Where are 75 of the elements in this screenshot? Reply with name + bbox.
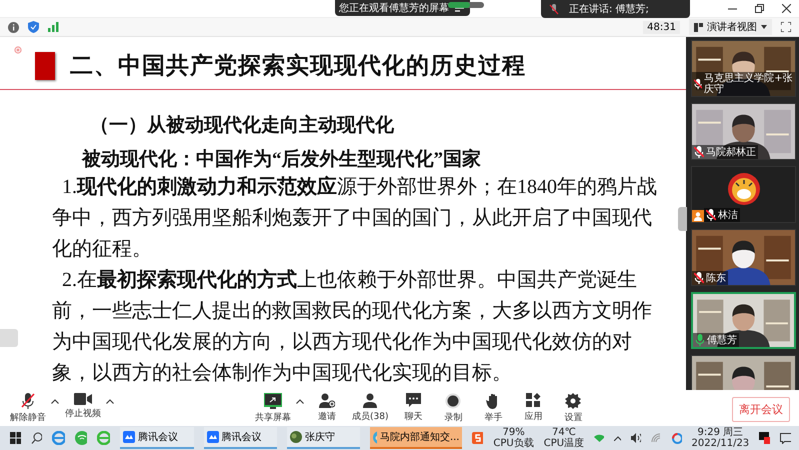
caret-icon[interactable] <box>106 398 114 404</box>
browser-icon[interactable] <box>52 431 65 445</box>
video-app-icon[interactable] <box>759 432 770 444</box>
meeting-control[interactable]: 邀请 <box>310 392 344 422</box>
slide-subheading: 被动现代化：中国作为“后发外生型现代化”国家 <box>82 148 482 172</box>
input-method-icon[interactable] <box>472 432 484 444</box>
clock-date: 2022/11/23 <box>692 438 750 450</box>
speaking-text: 正在讲话: 傅慧芳; <box>569 2 649 16</box>
record-dot-icon <box>14 46 22 54</box>
meeting-control[interactable]: 解除静音 <box>8 392 48 424</box>
clock-time: 9:29 周三 <box>698 426 744 438</box>
record-icon <box>445 392 462 408</box>
view-dropdown[interactable]: 演讲者视图 <box>689 19 772 35</box>
slide-title: 二、中国共产党探索实现现代化的历史过程 <box>70 52 526 81</box>
search-icon[interactable] <box>30 432 42 444</box>
caret-icon[interactable] <box>51 398 59 404</box>
speaker-icon[interactable] <box>631 433 642 443</box>
meeting-control[interactable]: 聊天 <box>396 392 430 422</box>
panel-collapse-handle[interactable] <box>678 207 687 231</box>
wifi-app-icon[interactable] <box>74 431 88 445</box>
layout-icon <box>694 22 703 32</box>
slide-paragraph: 2.在最初探索现代化的方式上也依赖于外部世界。中国共产党诞生前，一些志士仁人提出的救国救民的现代化方案，大多以西方文明作为中国现代化发展的方向，以西方现代化作为中国现代化效仿的对象，以西方的社会体制作为中国现代化实现的目标。 <box>52 268 653 386</box>
caret-icon[interactable] <box>296 398 304 404</box>
caret-icon <box>761 25 767 29</box>
chevron-up-icon[interactable] <box>614 436 622 440</box>
slide-paragraph: 1.现代化的刺激动力和示范效应源于外部世界外；在1840年的鸦片战争中，西方列强用坚船利炮轰开了中国的国门，从此开启了中国现代化的征程。 <box>52 174 658 262</box>
mic-off-icon <box>21 392 35 408</box>
restore-icon[interactable] <box>755 4 764 13</box>
windows-icon[interactable] <box>10 432 21 444</box>
members-icon <box>363 392 378 408</box>
cpu-temp-value: 74℃ <box>552 426 576 438</box>
cpu-temp-label: CPU温度 <box>544 438 584 450</box>
participant-name: 马克思主义学院+张庆守 <box>692 72 795 96</box>
screen-notice-text: 您正在观看傅慧芳的屏幕 <box>339 2 449 15</box>
meeting-control[interactable]: 录制 <box>436 392 470 424</box>
apps-grid-icon <box>526 392 541 408</box>
signal-icon[interactable] <box>48 22 59 32</box>
meeting-control[interactable]: 设置 <box>556 392 590 424</box>
cpu-load-label: CPU负载 <box>493 438 534 450</box>
close-icon[interactable] <box>782 4 791 13</box>
meeting-control[interactable]: 应用 <box>516 392 550 422</box>
notification-icon[interactable] <box>780 432 792 444</box>
fullscreen-icon[interactable] <box>781 22 791 32</box>
meeting-app-icon <box>206 431 219 443</box>
info-icon[interactable] <box>8 22 19 32</box>
volume-bar-icon <box>448 2 484 8</box>
slide-marker-icon <box>35 52 55 80</box>
chat-app-icon <box>373 430 377 444</box>
meeting-control[interactable]: 停止视频 <box>63 392 103 420</box>
tiger-avatar-icon <box>728 172 760 204</box>
side-handle[interactable] <box>0 329 18 347</box>
meeting-app-icon <box>123 431 136 443</box>
camera-icon <box>74 392 92 404</box>
share-screen-icon <box>264 392 282 408</box>
participant-name: 傅慧芳 <box>693 333 739 347</box>
taskbar-app[interactable]: 张庆守 <box>287 427 360 449</box>
mic-off-icon <box>549 4 559 14</box>
meeting-control[interactable]: 成员(38) <box>350 392 390 422</box>
taskbar-app[interactable]: 腾讯会议 <box>120 427 194 449</box>
participant-name: 林洁 <box>704 208 740 222</box>
chat-icon <box>406 392 421 408</box>
meeting-control[interactable]: 举手 <box>476 392 510 424</box>
taskbar-app[interactable]: 腾讯会议 <box>204 427 278 449</box>
photo-thumbnail-icon <box>290 431 302 443</box>
meeting-control[interactable]: 共享屏幕 <box>253 392 293 424</box>
taskbar-app[interactable]: 马院内部通知交... <box>370 427 462 449</box>
meeting-timer: 48:31 <box>643 20 680 34</box>
slide-heading: （一）从被动现代化走向主动现代化 <box>90 114 395 138</box>
participant-name: 马院郝林正 <box>692 145 758 159</box>
shield-icon[interactable] <box>28 21 39 33</box>
invite-person-icon <box>319 392 335 408</box>
cpu-load-value: 79% <box>502 426 525 438</box>
leave-meeting-button[interactable]: 离开会议 <box>732 397 790 422</box>
participant-name: 陈东 <box>692 271 728 285</box>
settings-icon <box>565 392 582 408</box>
